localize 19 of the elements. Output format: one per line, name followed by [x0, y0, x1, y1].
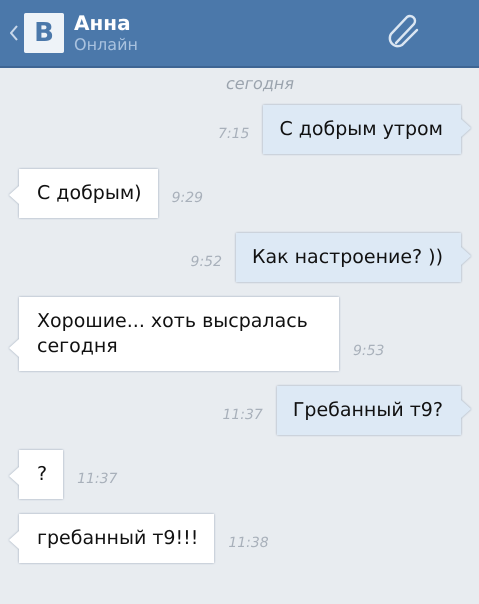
- message-bubble: С добрым утром: [263, 105, 471, 154]
- message-bubble: ?: [9, 450, 64, 499]
- message-time: 11:38: [228, 535, 269, 551]
- message-bubble: Гребанный т9?: [276, 386, 471, 435]
- message-time: 11:37: [77, 471, 118, 487]
- message-time: 9:52: [190, 254, 222, 270]
- message-time: 11:37: [222, 407, 263, 423]
- message-bubble: гребанный т9!!!: [9, 514, 214, 563]
- message-time: 9:53: [353, 343, 384, 359]
- message-bubble: С добрым): [9, 169, 158, 218]
- message-time: 9:29: [172, 190, 204, 206]
- date-separator: сегодня: [226, 74, 294, 93]
- contact-name: Анна: [74, 11, 132, 35]
- back-icon[interactable]: [10, 25, 18, 41]
- contact-status: Онлайн: [74, 35, 139, 55]
- message-bubble: Хорошие... хоть высралась сегодня: [9, 297, 339, 371]
- message-bubble: Как настроение? )): [236, 233, 471, 282]
- logo: В: [24, 13, 64, 53]
- message-time: 7:15: [218, 126, 250, 142]
